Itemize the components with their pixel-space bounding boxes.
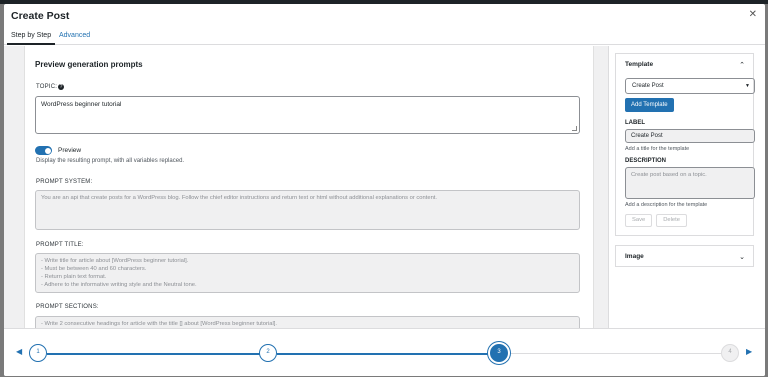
topic-label: TOPIC: xyxy=(36,84,58,90)
topic-input[interactable]: WordPress beginner tutorial xyxy=(35,96,580,134)
chevron-down-icon[interactable]: ⌄ xyxy=(739,253,745,261)
image-panel[interactable]: Image ⌄ xyxy=(615,245,754,267)
topic-label-wrap: TOPIC:? xyxy=(36,84,65,90)
prompts-card: Preview generation prompts TOPIC:? WordP… xyxy=(24,46,594,328)
next-step-icon[interactable]: ▶ xyxy=(746,347,752,356)
prompt-system-field[interactable]: You are an api that create posts for a W… xyxy=(35,190,580,230)
modal-header: Create Post ✕ xyxy=(4,4,765,26)
add-template-button[interactable]: Add Template xyxy=(625,98,674,112)
template-panel-title: Template xyxy=(625,61,654,68)
prompt-system-label: PROMPT SYSTEM: xyxy=(36,179,93,185)
template-select[interactable]: Create Post ▼ xyxy=(625,78,755,94)
progress-line xyxy=(277,353,491,355)
save-button[interactable]: Save xyxy=(625,214,653,227)
prompt-title-field[interactable]: - Write title for article about [WordPre… xyxy=(35,253,580,293)
main-content: Preview generation prompts TOPIC:? WordP… xyxy=(4,46,608,328)
preview-help-text: Display the resulting prompt, with all v… xyxy=(36,158,185,164)
previous-step-icon[interactable]: ◀ xyxy=(16,347,22,356)
description-heading: DESCRIPTION xyxy=(625,158,667,164)
create-post-modal: Create Post ✕ Step by Step Advanced Prev… xyxy=(4,4,765,376)
prompt-sections-label: PROMPT SECTIONS: xyxy=(36,304,99,310)
topic-value: WordPress beginner tutorial xyxy=(41,101,122,108)
tab-bar: Step by Step Advanced xyxy=(4,27,765,45)
stepper-footer: ◀ 1 2 3 4 ▶ xyxy=(4,328,765,376)
modal-title: Create Post xyxy=(11,10,70,22)
prompt-sections-field[interactable]: - Write 2 consecutive headings for artic… xyxy=(35,316,580,328)
label-input[interactable]: Create Post xyxy=(625,129,755,143)
close-icon[interactable]: ✕ xyxy=(749,9,757,20)
tab-advanced[interactable]: Advanced xyxy=(55,27,94,45)
label-heading: LABEL xyxy=(625,120,645,126)
step-4[interactable]: 4 xyxy=(721,344,739,362)
caret-down-icon: ▼ xyxy=(745,83,750,89)
label-help: Add a title for the template xyxy=(625,146,690,152)
step-2[interactable]: 2 xyxy=(259,344,277,362)
progress-line xyxy=(47,353,261,355)
template-panel: Template ⌃ Create Post ▼ Add Template LA… xyxy=(615,53,755,236)
section-title: Preview generation prompts xyxy=(35,60,143,69)
delete-button[interactable]: Delete xyxy=(656,214,687,227)
prompt-title-line: - Must be between 40 and 60 characters. xyxy=(41,266,147,272)
prompt-title-label: PROMPT TITLE: xyxy=(36,242,84,248)
template-select-value: Create Post xyxy=(632,83,664,89)
step-1[interactable]: 1 xyxy=(29,344,47,362)
tab-step-by-step[interactable]: Step by Step xyxy=(7,27,56,45)
step-3[interactable]: 3 xyxy=(490,344,508,362)
prompt-title-line: - Adhere to the informative writing styl… xyxy=(41,282,197,288)
preview-toggle[interactable] xyxy=(35,146,52,155)
resize-handle-icon[interactable] xyxy=(572,126,577,131)
preview-label: Preview xyxy=(58,147,82,154)
prompt-system-value: You are an api that create posts for a W… xyxy=(41,195,438,201)
template-actions: Save Delete xyxy=(625,214,753,228)
sidebar: Template ⌃ Create Post ▼ Add Template LA… xyxy=(608,46,765,328)
label-value: Create Post xyxy=(631,133,663,139)
description-help: Add a description for the template xyxy=(625,202,708,208)
description-input[interactable]: Create post based on a topic. xyxy=(625,167,755,199)
template-panel-header[interactable]: Template ⌃ xyxy=(616,54,753,76)
chevron-up-icon[interactable]: ⌃ xyxy=(739,61,745,69)
description-value: Create post based on a topic. xyxy=(631,172,707,178)
help-icon[interactable]: ? xyxy=(58,84,65,90)
remaining-line xyxy=(507,353,721,354)
image-panel-title: Image xyxy=(625,253,644,260)
prompt-title-line: - Return plain text format. xyxy=(41,274,107,280)
prompt-sections-line: - Write 2 consecutive headings for artic… xyxy=(41,321,277,327)
prompt-title-line: - Write title for article about [WordPre… xyxy=(41,258,189,264)
